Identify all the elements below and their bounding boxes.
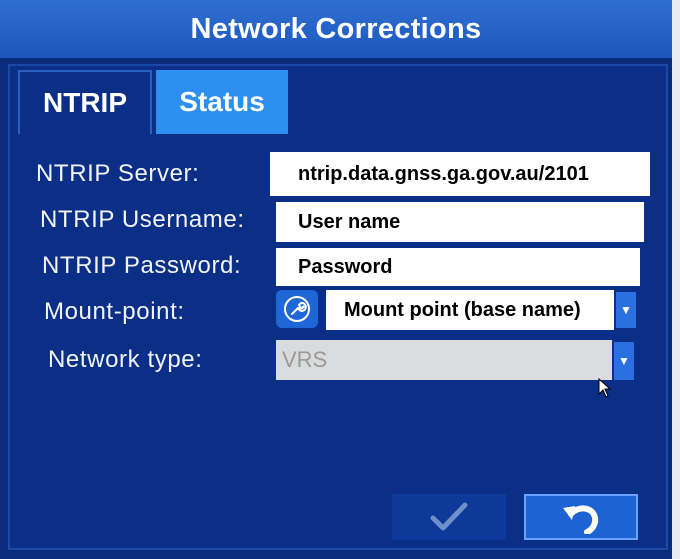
tab-status[interactable]: Status (156, 70, 288, 134)
ntrip-username-label: NTRIP Username: (40, 206, 245, 233)
ntrip-password-input[interactable]: Password (276, 248, 640, 286)
tab-ntrip-label: NTRIP (43, 87, 127, 118)
caret-down-icon: ▼ (620, 303, 632, 317)
network-type-label: Network type: (48, 346, 203, 373)
mount-point-dropdown-button[interactable]: ▼ (616, 292, 636, 328)
ntrip-server-label: NTRIP Server: (36, 160, 200, 187)
undo-arrow-icon (563, 505, 599, 534)
ntrip-username-input[interactable]: User name (276, 202, 644, 242)
window-title: Network Corrections (0, 0, 672, 58)
ok-button[interactable] (392, 494, 506, 540)
back-button[interactable] (524, 494, 638, 540)
tab-ntrip[interactable]: NTRIP (18, 70, 152, 134)
network-corrections-window: Network Corrections NTRIP Status NTRIP S… (0, 0, 680, 559)
mouse-pointer-icon (598, 377, 612, 403)
tab-status-label: Status (179, 86, 265, 117)
checkmark-icon (430, 502, 468, 531)
network-type-select: VRS (276, 340, 612, 380)
network-type-dropdown-button[interactable]: ▼ (614, 342, 634, 380)
mount-point-select[interactable]: Mount point (base name) (326, 290, 614, 330)
caret-down-icon: ▼ (618, 354, 630, 368)
mount-point-tool-button[interactable] (276, 290, 318, 328)
mount-point-label: Mount-point: (44, 298, 185, 325)
ntrip-server-input[interactable]: ntrip.data.gnss.ga.gov.au/2101 (270, 152, 650, 196)
wrench-icon (284, 296, 310, 322)
ntrip-password-label: NTRIP Password: (42, 252, 242, 279)
